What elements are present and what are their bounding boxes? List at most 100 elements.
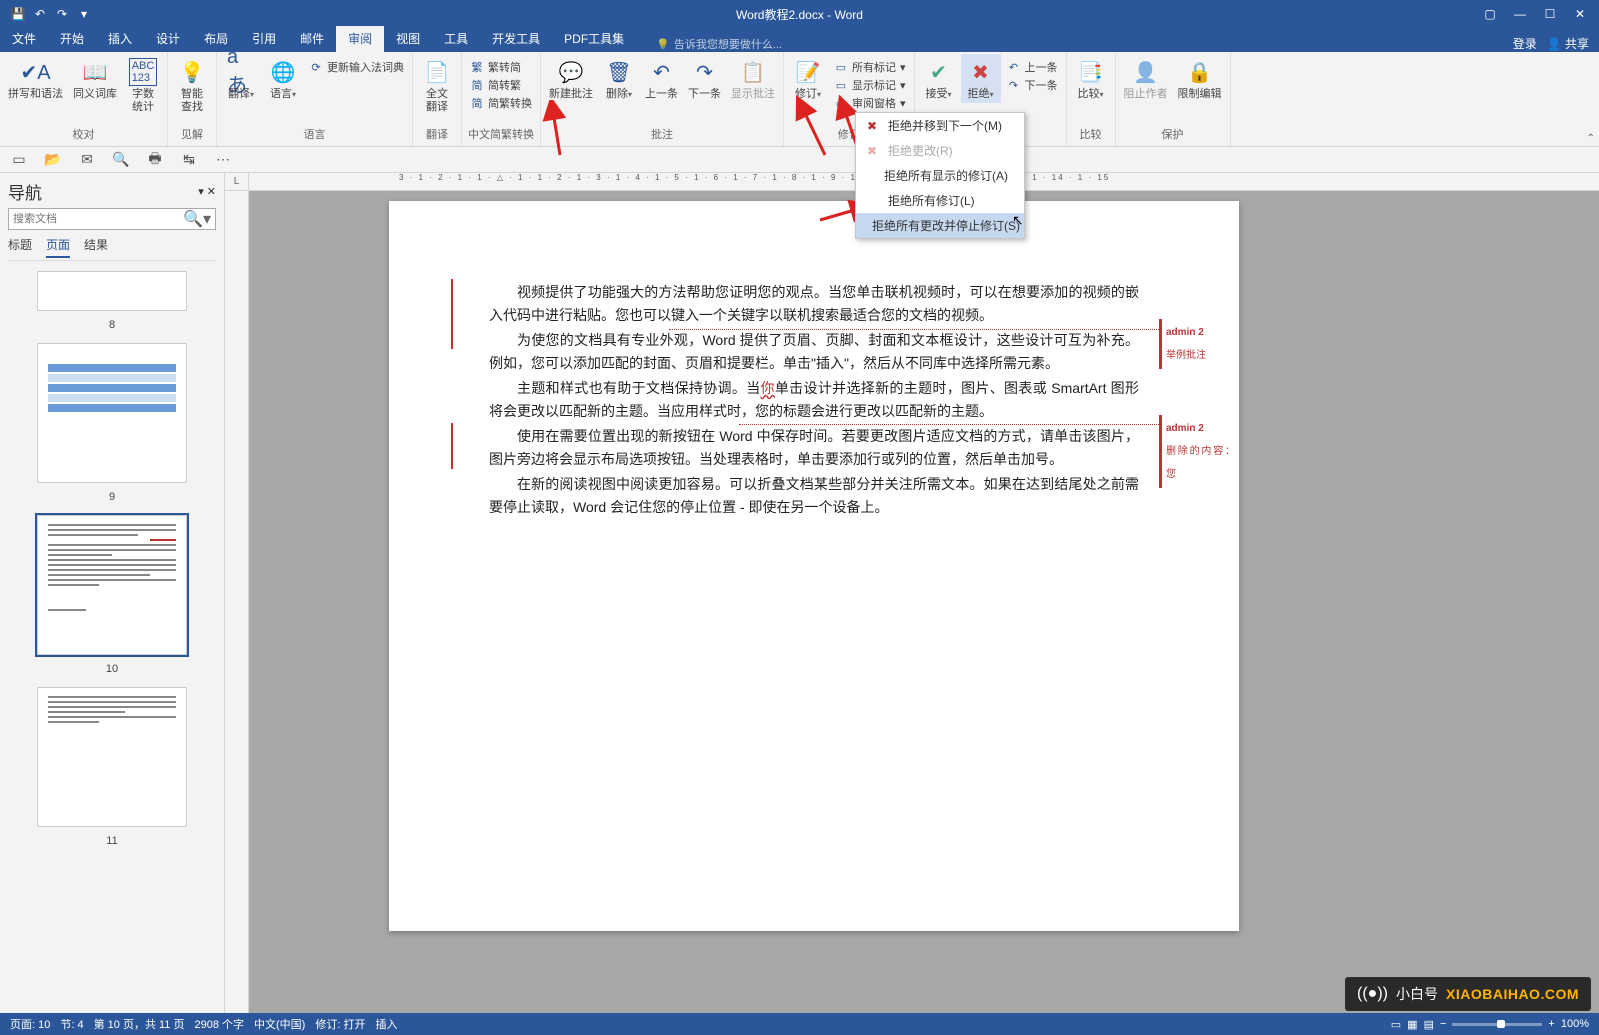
qat-more-icon[interactable]: ▾ xyxy=(76,6,92,22)
tab-view[interactable]: 视图 xyxy=(384,26,432,52)
tab-insert[interactable]: 插入 xyxy=(96,26,144,52)
translate-button[interactable]: aあ翻译 xyxy=(221,54,261,103)
mail-icon[interactable]: ✉ xyxy=(78,151,96,169)
more-icon[interactable]: ⋯ xyxy=(214,151,232,169)
window-title: Word教程2.docx - Word xyxy=(736,6,863,23)
status-page-of[interactable]: 第 10 页，共 11 页 xyxy=(94,1016,185,1032)
undo-icon[interactable]: ↶ xyxy=(32,6,48,22)
trad-to-simp-button[interactable]: 繁繁转简 xyxy=(466,58,536,76)
preview-icon[interactable]: 🔍 xyxy=(112,151,130,169)
comment-balloon-2[interactable]: admin 2删除的内容：您 xyxy=(1159,415,1239,488)
reject-button[interactable]: ✖拒绝 xyxy=(961,54,1001,103)
new-doc-icon[interactable]: ▭ xyxy=(10,151,28,169)
document-page[interactable]: 视频提供了功能强大的方法帮助您证明您的观点。当您单击联机视频时，可以在想要添加的… xyxy=(389,201,1239,931)
maximize-icon[interactable]: ☐ xyxy=(1537,7,1563,21)
doc-paragraph[interactable]: 视频提供了功能强大的方法帮助您证明您的观点。当您单击联机视频时，可以在想要添加的… xyxy=(489,281,1139,327)
doc-paragraph[interactable]: 主题和样式也有助于文档保持协调。当你单击设计并选择新的主题时，图片、图表或 Sm… xyxy=(489,377,1139,423)
doc-paragraph[interactable]: 在新的阅读视图中阅读更加容易。可以折叠文档某些部分并关注所需文本。如果在达到结尾… xyxy=(489,473,1139,519)
status-insert[interactable]: 插入 xyxy=(375,1016,397,1032)
doc-paragraph[interactable]: 使用在需要位置出现的新按钮在 Word 中保存时间。若要更改图片适应文档的方式，… xyxy=(489,425,1139,471)
thesaurus-button[interactable]: 📖同义词库 xyxy=(69,54,121,103)
nav-tab-results[interactable]: 结果 xyxy=(84,236,108,258)
minimize-icon[interactable]: — xyxy=(1507,7,1533,21)
zoom-in-icon[interactable]: + xyxy=(1548,1018,1554,1030)
status-track[interactable]: 修订: 打开 xyxy=(315,1016,365,1032)
spelling-button[interactable]: ✔A拼写和语法 xyxy=(4,54,67,103)
track-changes-button[interactable]: 📝修订 xyxy=(788,54,828,103)
close-icon[interactable]: ✕ xyxy=(1567,7,1593,21)
zoom-slider[interactable] xyxy=(1452,1023,1542,1026)
restrict-editing-button[interactable]: 🔒限制编辑 xyxy=(1174,54,1226,103)
tab-home[interactable]: 开始 xyxy=(48,26,96,52)
tab-design[interactable]: 设计 xyxy=(144,26,192,52)
simp-to-trad-button[interactable]: 简简转繁 xyxy=(466,76,536,94)
next-comment-button[interactable]: ↷下一条 xyxy=(684,54,725,103)
cn-convert-button[interactable]: 简简繁转换 xyxy=(466,94,536,112)
share-button[interactable]: 👤 共享 xyxy=(1547,35,1589,52)
vertical-ruler[interactable] xyxy=(225,191,249,1013)
thumb-page-9[interactable] xyxy=(37,343,187,483)
group-insights: 见解 xyxy=(172,126,212,144)
comment-balloon-1[interactable]: admin 2举例批注 xyxy=(1159,319,1210,369)
status-language[interactable]: 中文(中国) xyxy=(254,1016,305,1032)
login-link[interactable]: 登录 xyxy=(1513,35,1537,52)
accept-button[interactable]: ✔接受 xyxy=(919,54,959,103)
update-ime-button[interactable]: ⟳更新输入法词典 xyxy=(305,58,408,76)
block-authors-button[interactable]: 👤阻止作者 xyxy=(1120,54,1172,103)
prev-change-button[interactable]: ↶上一条 xyxy=(1003,58,1062,76)
reviewing-pane-button[interactable]: ▭审阅窗格 ▾ xyxy=(830,94,910,112)
prev-comment-button[interactable]: ↶上一条 xyxy=(641,54,682,103)
tab-review[interactable]: 审阅 xyxy=(336,26,384,52)
open-icon[interactable]: 📂 xyxy=(44,151,62,169)
show-comments-button[interactable]: 📋显示批注 xyxy=(727,54,779,103)
zoom-level[interactable]: 100% xyxy=(1561,1018,1589,1030)
view-read-icon[interactable]: ▭ xyxy=(1391,1018,1401,1031)
tab-file[interactable]: 文件 xyxy=(0,26,48,52)
save-icon[interactable]: 💾 xyxy=(10,6,26,22)
revision-connector xyxy=(669,329,1169,330)
tab-tools[interactable]: 工具 xyxy=(432,26,480,52)
show-markup-button[interactable]: ▭显示标记 ▾ xyxy=(830,76,910,94)
collapse-ribbon-icon[interactable]: ⌃ xyxy=(1587,133,1595,144)
redo-icon[interactable]: ↷ xyxy=(54,6,70,22)
thumb-page-11[interactable] xyxy=(37,687,187,827)
nav-tab-pages[interactable]: 页面 xyxy=(46,236,70,258)
status-page[interactable]: 页面: 10 xyxy=(10,1016,50,1032)
reject-change[interactable]: ✖拒绝更改(R) xyxy=(856,138,1024,163)
tab-developer[interactable]: 开发工具 xyxy=(480,26,552,52)
tell-me-search[interactable]: 💡 告诉我您想要做什么... xyxy=(656,36,782,52)
next-change-button[interactable]: ↷下一条 xyxy=(1003,76,1062,94)
tab-pdf[interactable]: PDF工具集 xyxy=(552,26,636,52)
view-print-icon[interactable]: ▦ xyxy=(1407,1018,1417,1031)
compare-button[interactable]: 📑比较 xyxy=(1071,54,1111,103)
nav-tab-headings[interactable]: 标题 xyxy=(8,236,32,258)
fulltext-translate-button[interactable]: 📄全文翻译 xyxy=(417,54,457,116)
nav-search-input[interactable] xyxy=(13,213,183,225)
reject-all[interactable]: 拒绝所有修订(L) xyxy=(856,188,1024,213)
tab-mailings[interactable]: 邮件 xyxy=(288,26,336,52)
view-web-icon[interactable]: ▤ xyxy=(1424,1018,1434,1031)
smart-lookup-button[interactable]: 💡智能查找 xyxy=(172,54,212,116)
toggle-icon[interactable]: ↹ xyxy=(180,151,198,169)
zoom-out-icon[interactable]: − xyxy=(1440,1018,1446,1030)
reject-all-shown[interactable]: 拒绝所有显示的修订(A) xyxy=(856,163,1024,188)
thumb-page-8[interactable] xyxy=(37,271,187,311)
ruler-corner[interactable]: L xyxy=(225,173,249,191)
status-word-count[interactable]: 2908 个字 xyxy=(194,1016,244,1032)
new-comment-button[interactable]: 💬新建批注 xyxy=(545,54,597,103)
language-button[interactable]: 🌐语言 xyxy=(263,54,303,103)
search-icon[interactable]: 🔍▾ xyxy=(183,209,211,229)
ribbon-options-icon[interactable]: ▢ xyxy=(1477,7,1503,21)
print-icon[interactable]: 🖶 xyxy=(146,151,164,169)
document-area[interactable]: 视频提供了功能强大的方法帮助您证明您的观点。当您单击联机视频时，可以在想要添加的… xyxy=(249,191,1599,1013)
nav-dropdown-icon[interactable]: ▾ ✕ xyxy=(198,185,216,198)
delete-comment-button[interactable]: 🗑删除 xyxy=(599,54,639,103)
reject-all-stop-tracking[interactable]: 拒绝所有更改并停止修订(S) xyxy=(856,213,1024,238)
reject-move-next[interactable]: ✖拒绝并移到下一个(M) xyxy=(856,113,1024,138)
status-section[interactable]: 节: 4 xyxy=(60,1016,83,1032)
thumb-page-10[interactable] xyxy=(37,515,187,655)
word-count-button[interactable]: ABC123字数统计 xyxy=(123,54,163,116)
display-for-review[interactable]: ▭所有标记 ▾ xyxy=(830,58,910,76)
nav-search[interactable]: 🔍▾ xyxy=(8,208,216,230)
doc-paragraph[interactable]: 为使您的文档具有专业外观，Word 提供了页眉、页脚、封面和文本框设计，这些设计… xyxy=(489,329,1139,375)
